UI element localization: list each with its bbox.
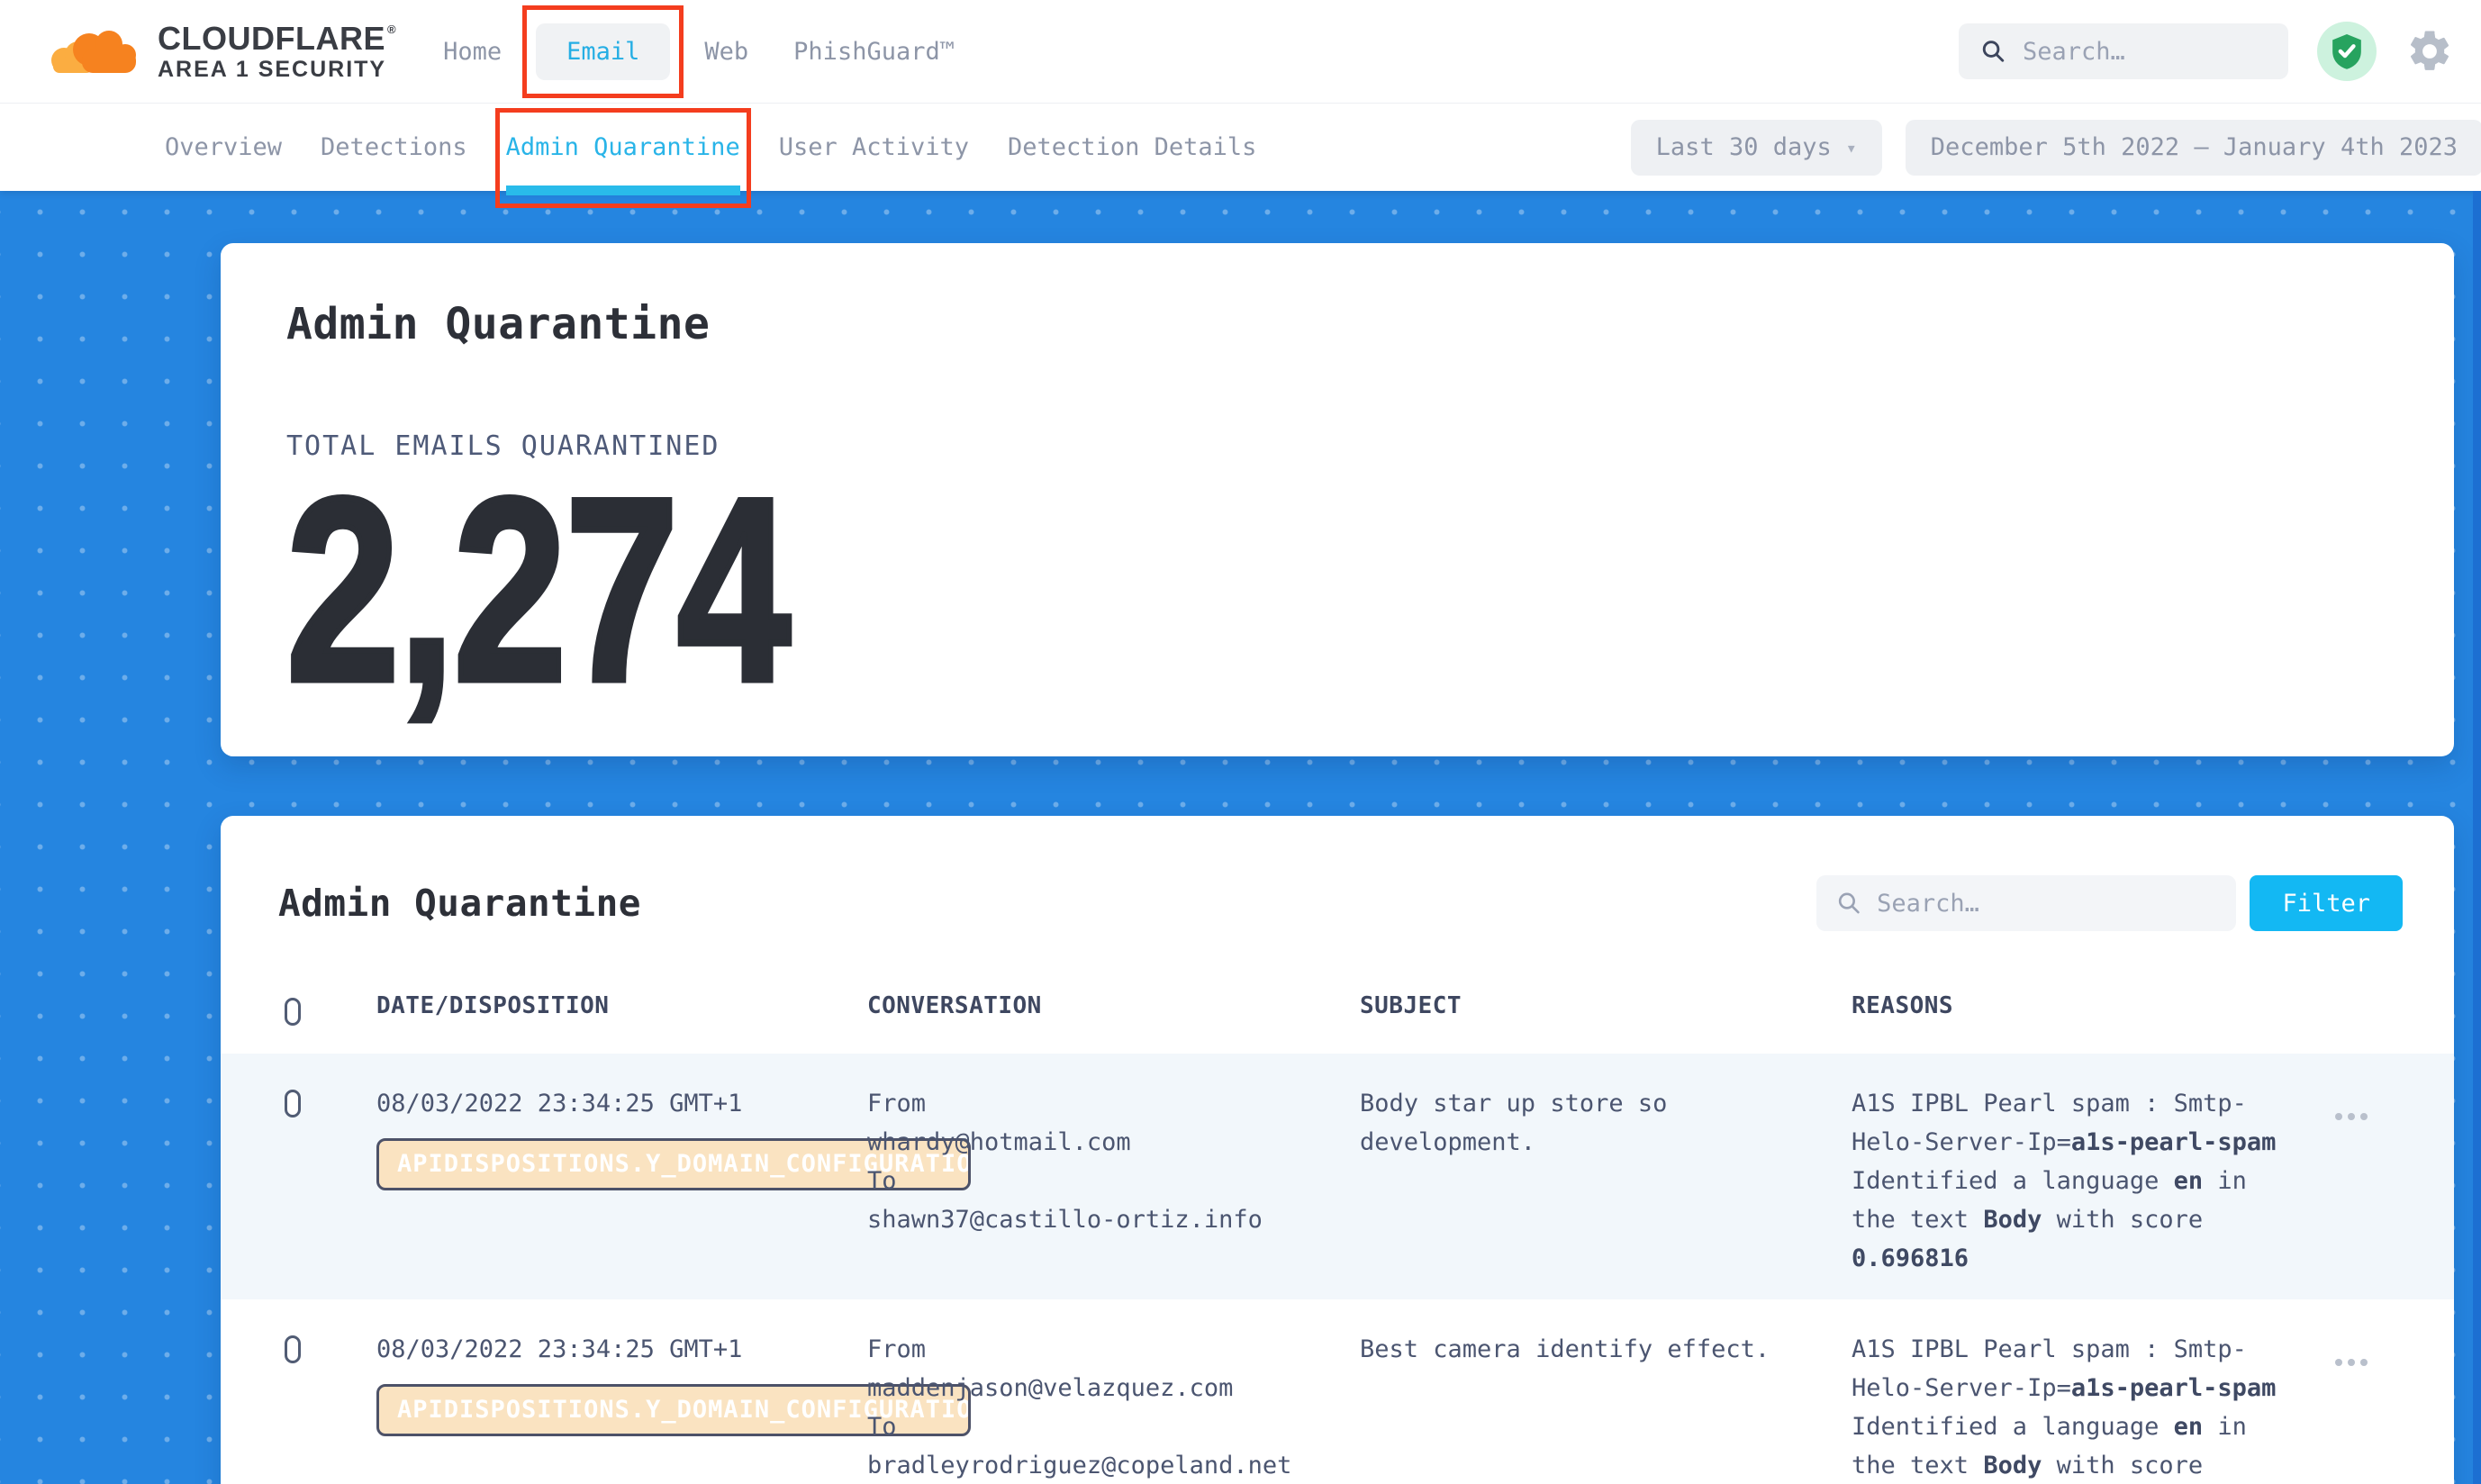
search-icon	[1836, 889, 1862, 918]
secondary-navbar: Overview Detections Admin Quarantine User A…	[0, 104, 2481, 191]
top-navbar: CLOUDFLARE® AREA 1 SECURITY Home Email Web…	[0, 0, 2481, 104]
row-conversation: Frommaddenjason@velazquez.comTobradleyro…	[867, 1330, 1360, 1484]
registered-mark: ®	[387, 23, 396, 35]
column-header-conversation[interactable]: CONVERSATION	[867, 992, 1360, 1037]
chevron-down-icon: ▾	[1846, 137, 1857, 158]
table-card-header: Admin Quarantine Filter	[221, 875, 2454, 931]
table-row[interactable]: 08/03/2022 23:34:25 GMT+1APIDISPOSITIONS…	[221, 1054, 2454, 1299]
table-header-row: DATE/DISPOSITION CONVERSATION SUBJECT RE…	[221, 978, 2454, 1054]
row-date: 08/03/2022 23:34:25 GMT+1	[376, 1330, 867, 1369]
more-dot-icon	[2348, 1359, 2355, 1366]
subnav-right: Last 30 days ▾ December 5th 2022 — Janua…	[1631, 104, 2481, 191]
row-subject: Body star up store so development.	[1360, 1084, 1852, 1278]
global-search[interactable]	[1959, 23, 2288, 79]
stat-card: Admin Quarantine TOTAL EMAILS QUARANTINE…	[221, 243, 2454, 756]
row-checkbox[interactable]	[285, 1090, 301, 1118]
secondary-tabs: Overview Detections Admin Quarantine User A…	[165, 131, 1256, 163]
table-row[interactable]: 08/03/2022 23:34:25 GMT+1APIDISPOSITIONS…	[221, 1299, 2454, 1484]
row-reasons: A1S IPBL Pearl spam : Smtp-Helo-Server-I…	[1852, 1330, 2333, 1484]
stat-card-title: Admin Quarantine	[286, 299, 2454, 349]
settings-gear-icon[interactable]	[2405, 27, 2454, 76]
more-dot-icon	[2335, 1359, 2342, 1366]
column-header-subject[interactable]: SUBJECT	[1360, 992, 1852, 1037]
row-conversation: Fromwhardy@hotmail.comToshawn37@castillo…	[867, 1084, 1360, 1278]
secondary-tab-detections[interactable]: Detections	[321, 131, 467, 163]
secondary-tab-admin-quarantine[interactable]: Admin Quarantine	[506, 131, 740, 163]
quarantine-table-card: Admin Quarantine Filter DATE/DISPOSITION…	[221, 816, 2454, 1484]
primary-tab-phishguard[interactable]: PhishGuard™	[783, 25, 965, 78]
primary-tab-email[interactable]: Email	[536, 23, 670, 80]
secondary-tab-detection-details[interactable]: Detection Details	[1008, 131, 1256, 163]
date-range-display[interactable]: December 5th 2022 — January 4th 2023	[1906, 120, 2481, 176]
row-checkbox[interactable]	[285, 1335, 301, 1363]
time-range-dropdown[interactable]: Last 30 days ▾	[1631, 120, 1882, 176]
primary-tab-web[interactable]: Web	[693, 25, 759, 78]
cloudflare-cloud-icon	[42, 26, 143, 77]
topnav-right	[1959, 22, 2454, 81]
more-dot-icon	[2348, 1113, 2355, 1120]
primary-tab-home[interactable]: Home	[432, 25, 512, 78]
filter-button[interactable]: Filter	[2250, 875, 2403, 931]
more-actions-button[interactable]	[2333, 1108, 2369, 1126]
more-dot-icon	[2360, 1113, 2368, 1120]
more-dot-icon	[2335, 1113, 2342, 1120]
row-date: 08/03/2022 23:34:25 GMT+1	[376, 1084, 867, 1123]
secondary-tab-overview[interactable]: Overview	[165, 131, 282, 163]
select-all-checkbox[interactable]	[285, 998, 301, 1026]
more-dot-icon	[2360, 1359, 2368, 1366]
table-body: 08/03/2022 23:34:25 GMT+1APIDISPOSITIONS…	[221, 1054, 2454, 1484]
global-search-input[interactable]	[2023, 38, 2267, 66]
table-search[interactable]	[1816, 875, 2236, 931]
column-header-date-disposition[interactable]: DATE/DISPOSITION	[376, 992, 867, 1037]
content-area: Admin Quarantine TOTAL EMAILS QUARANTINE…	[0, 191, 2481, 1484]
search-icon	[1980, 36, 2006, 67]
total-emails-quarantined-value: 2,274	[286, 485, 789, 694]
more-actions-button[interactable]	[2333, 1353, 2369, 1371]
shield-check-icon	[2330, 32, 2364, 70]
table-title: Admin Quarantine	[278, 882, 641, 925]
table-search-input[interactable]	[1877, 890, 2216, 918]
scrollbar[interactable]	[2473, 191, 2481, 1484]
row-subject: Best camera identify effect.	[1360, 1330, 1852, 1484]
secondary-tab-user-activity[interactable]: User Activity	[779, 131, 969, 163]
primary-nav: Home Email Web PhishGuard™	[432, 23, 965, 80]
brand-name: CLOUDFLARE®	[158, 23, 396, 55]
row-reasons: A1S IPBL Pearl spam : Smtp-Helo-Server-I…	[1852, 1084, 2333, 1278]
column-header-reasons[interactable]: REASONS	[1852, 992, 2333, 1037]
brand-logo[interactable]: CLOUDFLARE® AREA 1 SECURITY	[42, 23, 396, 81]
security-status-badge[interactable]	[2317, 22, 2377, 81]
brand-subtitle: AREA 1 SECURITY	[158, 59, 396, 81]
